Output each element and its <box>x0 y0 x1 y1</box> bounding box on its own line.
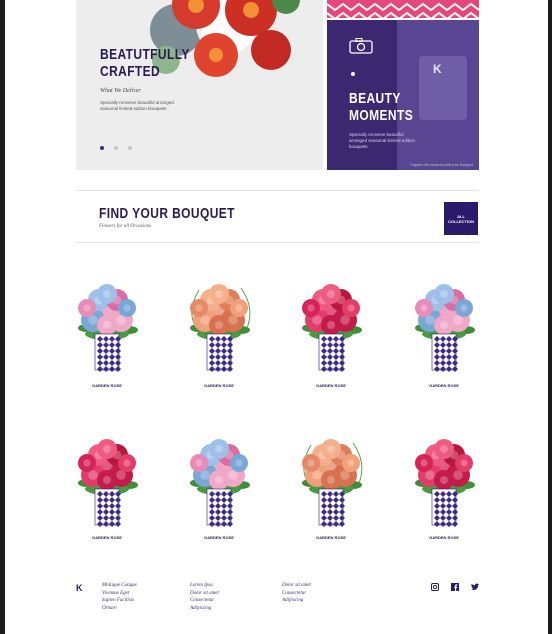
footer-link[interactable]: Adipiscing <box>282 597 311 605</box>
section-divider-top <box>76 190 479 191</box>
hero-carousel: Beatutfully Crafted What We Deliver Spec… <box>76 0 479 170</box>
footer-column-3: Dolor sit amet Consectetur Adipiscing <box>282 582 311 605</box>
footer-link[interactable]: Mnilique Congue <box>102 582 137 590</box>
brand-mark: K <box>433 62 442 76</box>
hero-slide-moments[interactable]: K Beauty Moments Specially receeive beau… <box>327 20 479 170</box>
section-title: Find Your Bouquet <box>99 205 235 222</box>
bouquet-image <box>302 284 362 372</box>
all-collection-button[interactable]: All Collection <box>444 202 478 235</box>
footer-link[interactable]: Ornare <box>102 605 137 613</box>
footer-column-1: Mnilique Congue Vivamus Eget Sapien Faci… <box>102 582 137 612</box>
footer-column-2: Lorem Ipsu Dolor sit amet Consectetur Ad… <box>190 582 219 612</box>
carousel-dots <box>100 146 132 150</box>
product-label[interactable]: Garden Rose <box>57 383 157 388</box>
bouquet-image <box>190 284 251 372</box>
phone-image <box>419 56 467 120</box>
product-card[interactable]: Garden Rose <box>394 425 494 550</box>
product-label[interactable]: Garden Rose <box>394 535 494 540</box>
product-card[interactable]: Garden Rose <box>57 270 157 395</box>
footer-link[interactable]: Adipiscing <box>190 605 219 613</box>
product-label[interactable]: Garden Rose <box>169 383 269 388</box>
carousel-dot-2[interactable] <box>114 146 118 150</box>
product-label[interactable]: Garden Rose <box>281 383 381 388</box>
carousel-dot-3[interactable] <box>128 146 132 150</box>
twitter-icon[interactable] <box>471 583 479 591</box>
product-label[interactable]: Garden Rose <box>394 383 494 388</box>
hero-right-caption: Capture the moment with your bouquet <box>410 162 473 167</box>
footer-link[interactable]: Consectetur <box>190 597 219 605</box>
facebook-icon[interactable] <box>451 583 459 591</box>
bouquet-image <box>78 284 138 372</box>
camera-icon <box>349 38 373 54</box>
bullet-icon <box>351 72 355 76</box>
product-label[interactable]: Garden Rose <box>169 535 269 540</box>
hero-subtitle: What We Deliver <box>100 88 141 94</box>
footer-link[interactable]: Dolor sit amet <box>282 582 311 590</box>
product-label[interactable]: Garden Rose <box>57 535 157 540</box>
bouquet-image <box>302 439 363 527</box>
product-card[interactable]: Garden Rose <box>281 425 381 550</box>
product-label[interactable]: Garden Rose <box>281 535 381 540</box>
bouquet-image <box>78 439 138 527</box>
footer-link[interactable]: Vivamus Eget <box>102 590 137 598</box>
social-links <box>431 583 479 591</box>
bouquet-image <box>415 284 475 372</box>
product-card[interactable]: Garden Rose <box>169 425 269 550</box>
section-divider-bottom <box>76 242 479 243</box>
footer-link[interactable]: Lorem Ipsu <box>190 582 219 590</box>
product-card[interactable]: Garden Rose <box>394 270 494 395</box>
footer-link[interactable]: Sapien Facilisis <box>102 597 137 605</box>
bouquet-image <box>190 439 250 527</box>
bouquet-image <box>415 439 475 527</box>
page-edge-left <box>0 0 5 634</box>
hero-slide-crafted[interactable]: Beatutfully Crafted What We Deliver Spec… <box>76 0 323 170</box>
footer-link[interactable]: Consectetur <box>282 590 311 598</box>
footer-logo[interactable]: K <box>76 583 83 593</box>
hero-description: Specially receeive beautiful arranged se… <box>100 100 174 111</box>
hero-title: Beatutfully Crafted <box>100 46 190 80</box>
page-edge-right <box>548 0 552 634</box>
product-card[interactable]: Garden Rose <box>281 270 381 395</box>
product-card[interactable]: Garden Rose <box>57 425 157 550</box>
carousel-dot-1[interactable] <box>100 146 104 150</box>
chevron-pattern-banner <box>327 0 479 18</box>
instagram-icon[interactable] <box>431 583 439 591</box>
hero-right-title: Beauty Moments <box>349 90 414 124</box>
hero-right-description: Specially receeive beautiful arranged se… <box>349 132 416 149</box>
footer-link[interactable]: Dolor sit amet <box>190 590 219 598</box>
section-subtitle: Flowers for all Occasions <box>99 224 152 229</box>
product-card[interactable]: Garden Rose <box>169 270 269 395</box>
